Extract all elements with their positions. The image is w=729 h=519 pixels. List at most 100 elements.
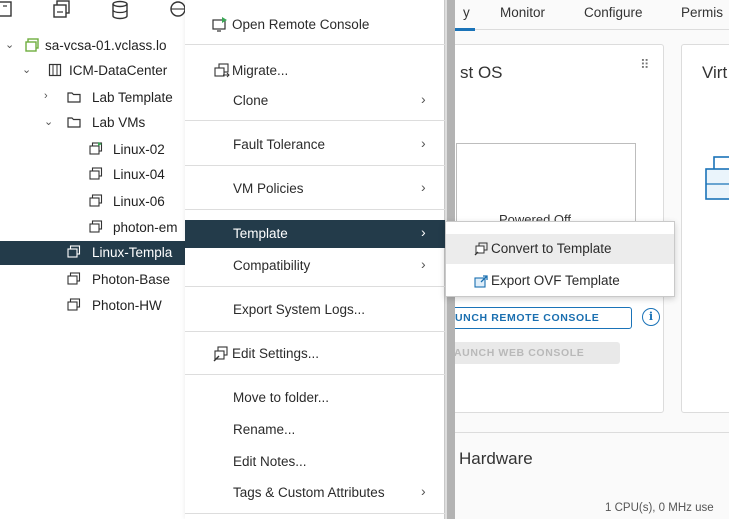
- chevron-right-icon: ›: [421, 224, 426, 240]
- drag-handle-icon[interactable]: ⠿: [640, 57, 649, 73]
- vm-large-icon: [704, 149, 729, 222]
- menu-item-label: Edit Settings...: [232, 346, 320, 361]
- chevron-right-icon: ›: [421, 256, 426, 272]
- menu-item-export-system-logs[interactable]: Export System Logs...: [185, 296, 445, 324]
- chevron-right-icon[interactable]: ›: [44, 90, 54, 104]
- remote-console-icon: [212, 17, 228, 33]
- tab-permissions[interactable]: Permis: [681, 5, 723, 20]
- tree-item-photon-base[interactable]: Photon-Base: [0, 268, 190, 292]
- tree-item-label: Linux-04: [113, 167, 165, 182]
- tree-item-lab-template-folder[interactable]: › Lab Template: [0, 86, 190, 110]
- menu-item-clone[interactable]: Clone ›: [185, 87, 445, 115]
- menu-item-migrate[interactable]: Migrate...: [185, 57, 445, 85]
- tree-item-photon-hw[interactable]: Photon-HW: [0, 294, 190, 318]
- tree-item-vcenter[interactable]: ⌄ sa-vcsa-01.vclass.lo: [0, 34, 190, 58]
- menu-separator: [185, 165, 445, 166]
- tree-item-linux-04[interactable]: Linux-04: [0, 163, 190, 187]
- edit-settings-icon: [213, 346, 229, 362]
- tree-item-photon-em[interactable]: photon-em: [0, 216, 190, 240]
- virtual-hardware-card: Virt: [681, 44, 729, 413]
- menu-item-label: Fault Tolerance: [233, 137, 326, 152]
- console-thumbnail[interactable]: Powered Off: [456, 143, 636, 227]
- launch-remote-console-button[interactable]: UNCH REMOTE CONSOLE: [450, 307, 632, 329]
- menu-separator: [185, 120, 445, 121]
- menu-item-label: Open Remote Console: [232, 17, 370, 32]
- menu-item-vm-policies[interactable]: VM Policies ›: [185, 175, 445, 203]
- info-icon[interactable]: i: [642, 308, 660, 326]
- submenu-item-convert-to-template[interactable]: Convert to Template: [446, 234, 674, 264]
- menu-item-compatibility[interactable]: Compatibility ›: [185, 252, 445, 280]
- hardware-section-title: Hardware: [459, 449, 533, 468]
- tree-item-label: Linux-06: [113, 194, 165, 209]
- tree-item-label: Photon-Base: [92, 272, 171, 287]
- vm-powered-on-icon: [89, 142, 103, 156]
- menu-item-open-remote-console[interactable]: Open Remote Console: [185, 11, 445, 39]
- card-title: st OS: [460, 63, 503, 82]
- folder-icon: [67, 90, 81, 104]
- tree-item-label: ICM-DataCenter: [69, 63, 168, 78]
- vm-icon: [89, 220, 103, 234]
- tree-item-label: Lab Template: [92, 90, 173, 105]
- menu-item-template[interactable]: Template ›: [185, 220, 445, 248]
- section-divider: [455, 432, 729, 433]
- chevron-down-icon[interactable]: ⌄: [44, 115, 54, 129]
- storage-icon[interactable]: [110, 0, 130, 20]
- tree-item-label: Linux-Templa: [92, 245, 173, 260]
- tree-item-lab-vms-folder[interactable]: ⌄ Lab VMs: [0, 111, 190, 135]
- vms-templates-icon[interactable]: [52, 0, 72, 20]
- tree-item-linux-06[interactable]: Linux-06: [0, 190, 190, 214]
- menu-item-edit-settings[interactable]: Edit Settings...: [185, 340, 445, 368]
- menu-item-label: VM Policies: [233, 181, 304, 196]
- hosts-clusters-icon[interactable]: [0, 0, 16, 20]
- inventory-panel: ⌄ sa-vcsa-01.vclass.lo ⌄ ICM-DataCenter …: [0, 0, 190, 519]
- menu-item-label: Compatibility: [233, 258, 311, 273]
- tab-monitor[interactable]: Monitor: [500, 5, 545, 20]
- launch-web-console-button: AUNCH WEB CONSOLE: [450, 342, 620, 364]
- tab-configure[interactable]: Configure: [584, 5, 643, 20]
- tree-item-linux-template[interactable]: Linux-Templa: [0, 241, 190, 265]
- tree-item-datacenter[interactable]: ⌄ ICM-DataCenter: [0, 59, 190, 83]
- vm-icon: [67, 298, 81, 312]
- chevron-down-icon[interactable]: ⌄: [5, 38, 15, 52]
- card-title: Virt: [702, 63, 728, 82]
- vm-icon: [67, 272, 81, 286]
- menu-item-label: Rename...: [233, 422, 296, 437]
- chevron-right-icon: ›: [421, 483, 426, 499]
- chevron-right-icon: ›: [421, 91, 426, 107]
- submenu-item-label: Convert to Template: [491, 241, 612, 256]
- tree-item-label: Lab VMs: [92, 115, 146, 130]
- tree-item-label: Linux-02: [113, 142, 165, 157]
- menu-item-label: Export System Logs...: [233, 302, 366, 317]
- chevron-right-icon: ›: [421, 135, 426, 151]
- tab-summary[interactable]: y: [463, 5, 470, 20]
- tree-item-label: Photon-HW: [92, 298, 162, 313]
- chevron-right-icon: ›: [421, 179, 426, 195]
- tree-item-label: photon-em: [113, 220, 178, 235]
- menu-separator: [185, 44, 445, 45]
- menu-separator: [185, 513, 445, 514]
- export-ovf-icon: [474, 274, 488, 288]
- tree-item-linux-02[interactable]: Linux-02: [0, 138, 190, 162]
- folder-icon: [67, 115, 81, 129]
- migrate-icon: [214, 63, 230, 79]
- menu-item-rename[interactable]: Rename...: [185, 416, 445, 444]
- menu-item-edit-notes[interactable]: Edit Notes...: [185, 448, 445, 476]
- menu-separator: [185, 374, 445, 375]
- menu-item-label: Edit Notes...: [233, 454, 307, 469]
- menu-item-label: Move to folder...: [233, 390, 330, 405]
- convert-template-icon: [474, 242, 488, 256]
- menu-item-move-to-folder[interactable]: Move to folder...: [185, 384, 445, 412]
- menu-item-tags-custom-attributes[interactable]: Tags & Custom Attributes ›: [185, 479, 445, 507]
- cpu-usage-summary: 1 CPU(s), 0 MHz use: [605, 502, 714, 514]
- menu-item-label: Tags & Custom Attributes: [233, 485, 385, 500]
- chevron-down-icon[interactable]: ⌄: [22, 63, 32, 77]
- menu-separator: [185, 331, 445, 332]
- menu-item-label: Clone: [233, 93, 269, 108]
- menu-item-fault-tolerance[interactable]: Fault Tolerance ›: [185, 131, 445, 159]
- vm-icon: [89, 167, 103, 181]
- menu-item-label: Migrate...: [232, 63, 289, 78]
- active-tab-underline: [455, 28, 475, 31]
- tab-divider: [455, 29, 729, 30]
- vcenter-icon: [25, 38, 39, 52]
- submenu-item-export-ovf-template[interactable]: Export OVF Template: [446, 266, 674, 296]
